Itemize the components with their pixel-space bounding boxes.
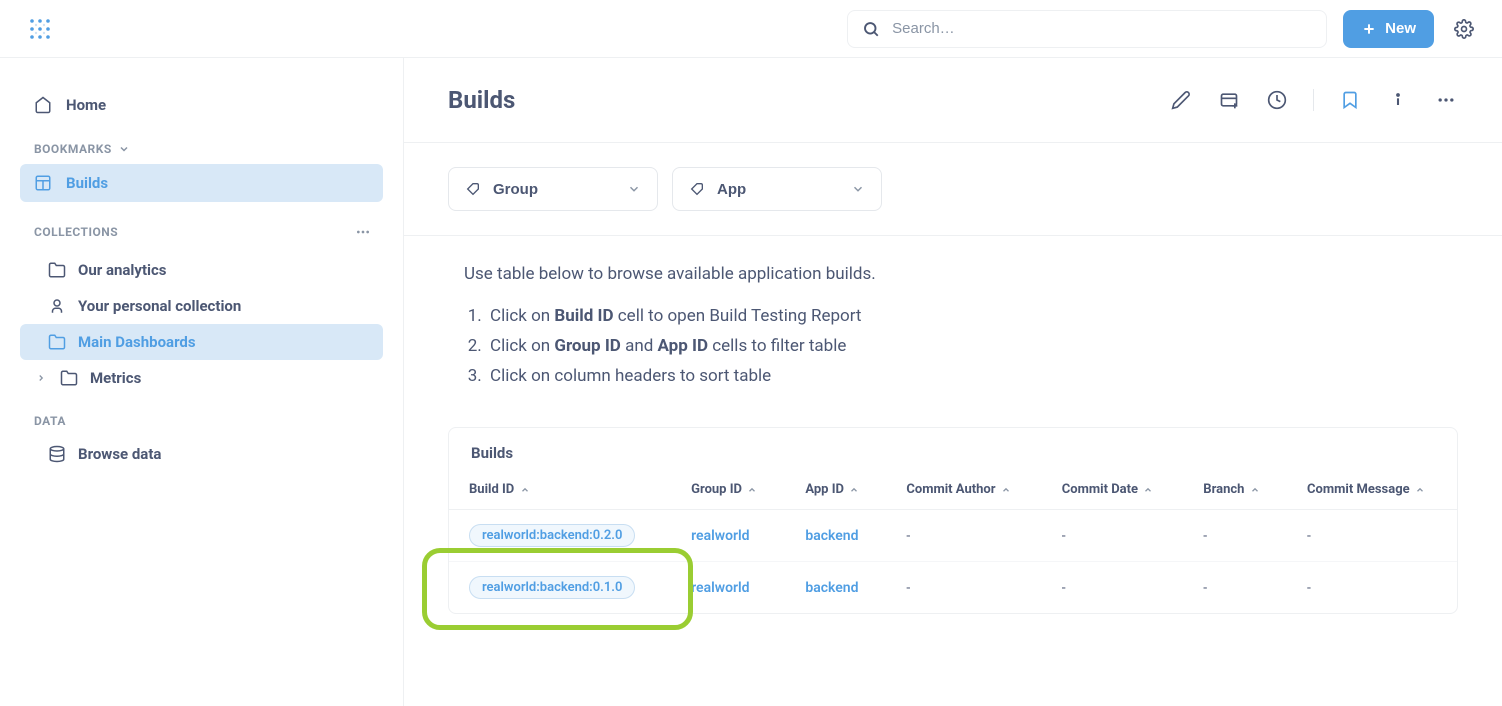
info-button[interactable] — [1386, 88, 1410, 112]
subscription-icon — [1219, 90, 1239, 110]
settings-button[interactable] — [1450, 15, 1478, 43]
sidebar-item-label: Main Dashboards — [78, 333, 196, 351]
info-icon — [1388, 90, 1408, 110]
cell-commit-date: - — [1042, 562, 1184, 614]
instructions-list: Click on Build ID cell to open Build Tes… — [464, 302, 1458, 391]
clock-icon — [1267, 90, 1287, 110]
section-collections: COLLECTIONS — [20, 202, 383, 252]
cell-group-id[interactable]: realworld — [671, 562, 785, 614]
folder-icon — [60, 369, 78, 387]
table-title: Builds — [449, 428, 1457, 470]
filters-bar: Group App — [404, 143, 1502, 236]
cell-commit-author: - — [886, 562, 1041, 614]
col-commit-author[interactable]: Commit Author — [886, 470, 1041, 510]
sidebar-item-label: Builds — [66, 174, 108, 192]
nav-home-label: Home — [66, 96, 106, 114]
logo[interactable] — [24, 13, 56, 45]
bookmark-icon — [1340, 90, 1360, 110]
instruction-step: Click on Build ID cell to open Build Tes… — [486, 302, 1458, 332]
search-box[interactable] — [847, 10, 1327, 48]
instruction-step: Click on Group ID and App ID cells to fi… — [486, 332, 1458, 362]
new-button-label: New — [1385, 20, 1416, 37]
cell-commit-message: - — [1287, 562, 1457, 614]
dashboard-icon — [34, 174, 52, 192]
top-bar: New — [0, 0, 1502, 58]
cell-commit-message: - — [1287, 510, 1457, 562]
col-app-id[interactable]: App ID — [785, 470, 886, 510]
history-button[interactable] — [1265, 88, 1289, 112]
filter-label: App — [717, 181, 746, 198]
filter-label: Group — [493, 181, 538, 198]
collections-menu-button[interactable] — [351, 220, 375, 244]
filter-group[interactable]: Group — [448, 167, 658, 211]
new-button[interactable]: New — [1343, 10, 1434, 48]
cell-group-id[interactable]: realworld — [671, 510, 785, 562]
sidebar-item-personal[interactable]: Your personal collection — [20, 288, 383, 324]
filter-app[interactable]: App — [672, 167, 882, 211]
folder-icon — [48, 261, 66, 279]
more-button[interactable] — [1434, 88, 1458, 112]
table-row: realworld:backend:0.1.0realworldbackend-… — [449, 562, 1457, 614]
chevron-down-icon — [627, 182, 641, 196]
section-data: DATA — [20, 396, 383, 436]
cell-commit-author: - — [886, 510, 1041, 562]
tag-icon — [465, 181, 481, 197]
builds-table: Build ID Group ID App ID Commit Author C… — [449, 470, 1457, 613]
sidebar-item-metrics[interactable]: Metrics — [20, 360, 383, 396]
search-input[interactable] — [892, 20, 1312, 37]
pencil-icon — [1171, 90, 1191, 110]
sidebar-item-builds[interactable]: Builds — [20, 164, 383, 202]
cell-commit-date: - — [1042, 510, 1184, 562]
sidebar-item-label: Browse data — [78, 445, 161, 463]
sidebar-item-label: Our analytics — [78, 261, 167, 279]
sidebar-item-label: Metrics — [90, 369, 141, 387]
col-commit-message[interactable]: Commit Message — [1287, 470, 1457, 510]
chevron-down-icon — [851, 182, 865, 196]
divider — [1313, 89, 1314, 111]
tag-icon — [689, 181, 705, 197]
builds-table-card: Builds Build ID Group ID App ID Commit A… — [448, 427, 1458, 614]
plus-icon — [1361, 21, 1377, 37]
cell-app-id[interactable]: backend — [785, 510, 886, 562]
cell-app-id[interactable]: backend — [785, 562, 886, 614]
database-icon — [48, 445, 66, 463]
sidebar-item-label: Your personal collection — [78, 297, 241, 315]
cell-branch: - — [1183, 562, 1287, 614]
description-text: Use table below to browse available appl… — [464, 264, 1458, 284]
sidebar: Home BOOKMARKS Builds COLLECTIONS Our an… — [0, 58, 404, 706]
cell-branch: - — [1183, 510, 1287, 562]
chevron-right-icon — [36, 373, 46, 383]
person-icon — [48, 297, 66, 315]
table-row: realworld:backend:0.2.0realworldbackend-… — [449, 510, 1457, 562]
edit-button[interactable] — [1169, 88, 1193, 112]
section-bookmarks[interactable]: BOOKMARKS — [20, 124, 383, 164]
page-header: Builds — [404, 58, 1502, 143]
gear-icon — [1454, 19, 1474, 39]
col-commit-date[interactable]: Commit Date — [1042, 470, 1184, 510]
bookmark-button[interactable] — [1338, 88, 1362, 112]
sidebar-item-browse-data[interactable]: Browse data — [20, 436, 383, 472]
page-title: Builds — [448, 86, 1169, 114]
main-content: Builds Group App — [404, 58, 1502, 706]
col-group-id[interactable]: Group ID — [671, 470, 785, 510]
chevron-down-icon — [118, 143, 130, 155]
header-actions — [1169, 88, 1458, 112]
col-branch[interactable]: Branch — [1183, 470, 1287, 510]
search-icon — [862, 20, 880, 38]
folder-icon — [48, 333, 66, 351]
col-build-id[interactable]: Build ID — [449, 470, 671, 510]
sidebar-item-main-dashboards[interactable]: Main Dashboards — [20, 324, 383, 360]
cell-build-id[interactable]: realworld:backend:0.2.0 — [449, 510, 671, 562]
home-icon — [34, 96, 52, 114]
dots-icon — [355, 224, 371, 240]
instruction-step: Click on column headers to sort table — [486, 362, 1458, 392]
dots-icon — [1436, 90, 1456, 110]
subscribe-button[interactable] — [1217, 88, 1241, 112]
cell-build-id[interactable]: realworld:backend:0.1.0 — [449, 562, 671, 614]
sidebar-item-our-analytics[interactable]: Our analytics — [20, 252, 383, 288]
nav-home[interactable]: Home — [20, 86, 383, 124]
